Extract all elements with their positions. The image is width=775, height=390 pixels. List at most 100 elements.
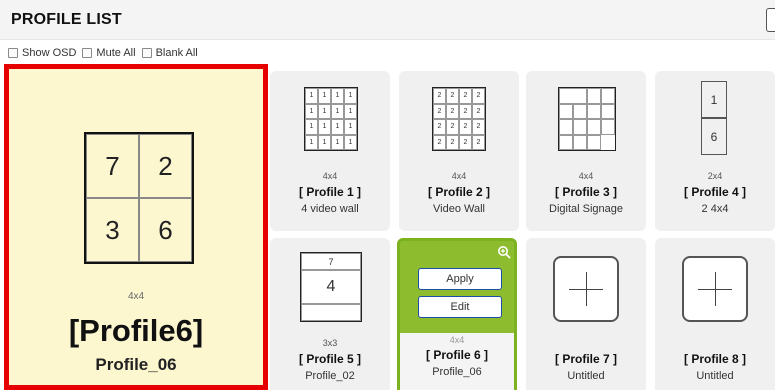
thumb-cell: 2: [446, 88, 459, 104]
options-bar: Show OSD Mute All Blank All: [8, 45, 204, 61]
profile-1-description: 4 video wall: [301, 203, 359, 215]
thumb-cell: 6: [701, 118, 727, 155]
thumb-cell: 1: [331, 88, 344, 104]
profile-3-layout-thumbnail: [558, 87, 616, 151]
thumb-cell: 1: [344, 88, 357, 104]
thumb-cell: 2: [433, 88, 446, 104]
page-title: PROFILE LIST: [11, 11, 122, 28]
thumb-cell: [573, 134, 587, 150]
thumb-cell: 1: [701, 81, 727, 118]
profile-6-name: [ Profile 6 ]: [425, 348, 488, 362]
show-osd-checkbox[interactable]: [8, 48, 18, 58]
thumb-cell: 4: [301, 270, 361, 304]
thumb-cell: 1: [305, 119, 318, 135]
profile-4-name: [ Profile 4 ]: [683, 185, 746, 199]
profile-8-name: [ Profile 8 ]: [683, 352, 746, 366]
thumb-cell: [301, 304, 361, 321]
zoom-icon[interactable]: [497, 245, 511, 259]
blank-all-label: Blank All: [155, 47, 198, 59]
profile-card-5[interactable]: 7 4 3x3 [ Profile 5 ] Profile_02: [270, 238, 390, 390]
thumb-cell: 2: [459, 103, 472, 119]
apply-button[interactable]: Apply: [418, 268, 502, 290]
thumb-cell: 2: [459, 134, 472, 150]
thumb-cell: 2: [433, 103, 446, 119]
profile-card-1[interactable]: 1 1 1 1 1 1 1 1 1 1 1 1 1 1 1 1 4x4 [ Pr…: [270, 71, 390, 231]
thumb-cell: 2: [433, 134, 446, 150]
header-bar: PROFILE LIST: [0, 0, 775, 40]
profile-3-name: [ Profile 3 ]: [554, 185, 617, 199]
thumb-cell: [559, 134, 573, 150]
thumb-cell: 2: [472, 103, 485, 119]
blank-all-option[interactable]: Blank All: [141, 47, 198, 59]
thumb-cell: 1: [318, 134, 331, 150]
thumb-cell: 2: [459, 88, 472, 104]
mute-all-checkbox[interactable]: [82, 48, 93, 58]
profile-5-name: [ Profile 5 ]: [298, 352, 361, 366]
thumb-cell: 1: [305, 103, 318, 119]
mute-all-option[interactable]: Mute All: [82, 47, 136, 59]
thumb-cell: [559, 119, 573, 135]
profile-8-description: Untitled: [696, 370, 734, 382]
thumb-cell: 1: [318, 103, 331, 119]
thumb-cell: 1: [344, 103, 357, 119]
profile-3-description: Digital Signage: [549, 203, 623, 215]
profile-2-description: Video Wall: [433, 203, 485, 215]
profile-1-dimension: 4x4: [322, 171, 338, 181]
profile-4-dimension: 2x4: [707, 171, 723, 181]
thumb-cell: [601, 119, 615, 135]
thumb-cell: [587, 88, 601, 104]
thumb-cell: [559, 88, 587, 104]
profile-3-dimension: 4x4: [578, 171, 594, 181]
thumb-cell: 2: [446, 103, 459, 119]
thumb-cell: [601, 103, 615, 119]
profile-2-dimension: 4x4: [451, 171, 467, 181]
profile-5-description: Profile_02: [305, 370, 355, 382]
thumb-cell: 2: [446, 134, 459, 150]
thumb-cell: 2: [472, 119, 485, 135]
profile-5-dimension: 3x3: [322, 338, 338, 348]
thumb-cell: 1: [305, 134, 318, 150]
profile-1-name: [ Profile 1 ]: [298, 185, 361, 199]
profile-card-2[interactable]: 2 2 2 2 2 2 2 2 2 2 2 2 2 2 2 2 4x4 [ Pr…: [399, 71, 519, 231]
preview-cell: 7: [86, 134, 139, 198]
thumb-cell: 1: [331, 119, 344, 135]
profile-card-4[interactable]: 1 6 2x4 [ Profile 4 ] 2 4x4: [655, 71, 775, 231]
show-osd-label: Show OSD: [22, 47, 77, 59]
thumb-cell: [573, 119, 587, 135]
preview-layout-grid: 7 2 3 6: [84, 132, 194, 264]
thumb-cell: 2: [459, 119, 472, 135]
profile-4-description: 2 4x4: [701, 203, 729, 215]
profile-card-6[interactable]: Apply Edit 4x4 [ Profile 6 ] Profile_06: [397, 238, 517, 390]
add-profile-icon[interactable]: [682, 256, 748, 322]
profile-5-layout-thumbnail: 7 4: [300, 252, 362, 322]
preview-dimension: 4x4: [127, 291, 145, 302]
blank-all-checkbox[interactable]: [141, 48, 152, 58]
preview-profile-description: Profile_06: [95, 355, 177, 374]
header-corner-control[interactable]: [766, 8, 775, 32]
thumb-cell: 1: [344, 134, 357, 150]
profile-2-name: [ Profile 2 ]: [427, 185, 490, 199]
profile-card-8[interactable]: [ Profile 8 ] Untitled: [655, 238, 775, 390]
thumb-cell: [573, 103, 587, 119]
thumb-cell: [587, 103, 601, 119]
thumb-cell: 1: [344, 119, 357, 135]
thumb-cell: 2: [446, 119, 459, 135]
thumb-cell: 1: [318, 119, 331, 135]
show-osd-option[interactable]: Show OSD: [8, 47, 76, 59]
profile-4-layout-thumbnail: 1 6: [701, 81, 727, 155]
add-profile-icon[interactable]: [553, 256, 619, 322]
preview-profile-name: [Profile6]: [68, 313, 204, 348]
thumb-cell: [587, 134, 601, 150]
thumb-cell: [559, 103, 573, 119]
profile-list-page: PROFILE LIST Show OSD Mute All Blank All…: [0, 0, 775, 390]
profile-7-name: [ Profile 7 ]: [554, 352, 617, 366]
preview-cell: 3: [86, 198, 139, 262]
selected-profile-preview: 7 2 3 6 4x4 [Profile6] Profile_06: [4, 64, 268, 390]
profile-card-7[interactable]: [ Profile 7 ] Untitled: [526, 238, 646, 390]
thumb-cell: 1: [318, 88, 331, 104]
profile-7-description: Untitled: [567, 370, 605, 382]
profile-card-3[interactable]: 4x4 [ Profile 3 ] Digital Signage: [526, 71, 646, 231]
profile-6-description: Profile_06: [432, 366, 482, 378]
thumb-cell: 7: [301, 253, 361, 270]
edit-button[interactable]: Edit: [418, 296, 502, 318]
